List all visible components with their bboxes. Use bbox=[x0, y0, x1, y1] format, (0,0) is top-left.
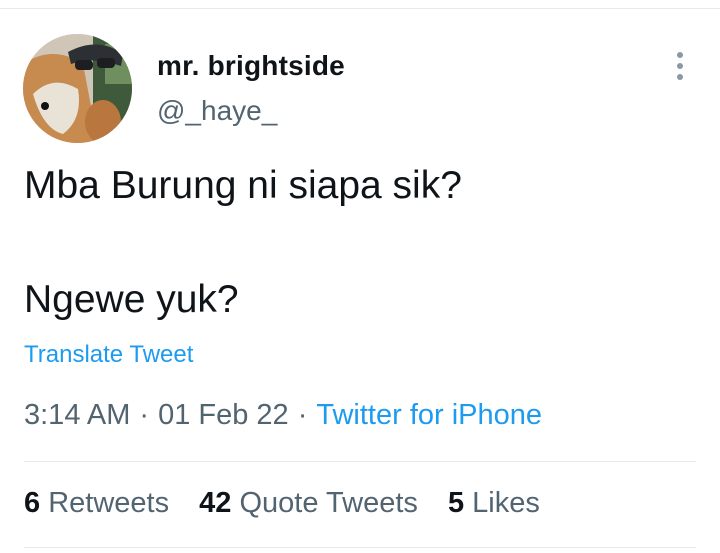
retweets-count: 6 bbox=[24, 487, 41, 519]
translate-tweet-link[interactable]: Translate Tweet bbox=[24, 341, 193, 369]
avatar-image bbox=[23, 34, 132, 143]
tweet-text-line: Ngewe yuk? bbox=[24, 278, 239, 321]
likes-count: 5 bbox=[447, 487, 465, 519]
stats-divider-bottom bbox=[24, 547, 696, 548]
author-display-name[interactable]: mr. brightside bbox=[157, 50, 345, 82]
likes-label: Likes bbox=[472, 487, 540, 519]
tweet-text-line: Mba Burung ni siapa sik? bbox=[24, 164, 462, 207]
quote-tweets-stat[interactable]: 42 Quote Tweets bbox=[199, 487, 418, 519]
tweet-time[interactable]: 3:14 AM bbox=[24, 399, 130, 431]
likes-stat[interactable]: 5 Likes bbox=[448, 487, 540, 519]
meta-separator: · bbox=[297, 399, 308, 431]
tweet-source-link[interactable]: Twitter for iPhone bbox=[316, 399, 542, 431]
more-options-icon-dot bbox=[677, 63, 683, 69]
quote-tweets-label: Quote Tweets bbox=[239, 487, 418, 519]
meta-separator: · bbox=[139, 399, 150, 431]
stats-divider-top bbox=[24, 461, 696, 462]
author-handle[interactable]: @_haye_ bbox=[157, 95, 277, 127]
retweets-stat[interactable]: 6 Retweets bbox=[24, 487, 169, 519]
tweet-meta: 3:14 AM · 01 Feb 22 · Twitter for iPhone bbox=[24, 399, 542, 432]
avatar[interactable] bbox=[23, 34, 132, 143]
tweet-date[interactable]: 01 Feb 22 bbox=[158, 399, 289, 431]
more-options-icon bbox=[677, 52, 683, 58]
retweets-label: Retweets bbox=[48, 487, 170, 519]
more-options-icon-dot bbox=[677, 74, 683, 80]
tweet-stats: 6 Retweets 42 Quote Tweets 5 Likes bbox=[24, 487, 562, 520]
top-divider bbox=[0, 8, 720, 9]
more-options-button[interactable] bbox=[664, 48, 696, 84]
quote-tweets-count: 42 bbox=[199, 487, 232, 519]
